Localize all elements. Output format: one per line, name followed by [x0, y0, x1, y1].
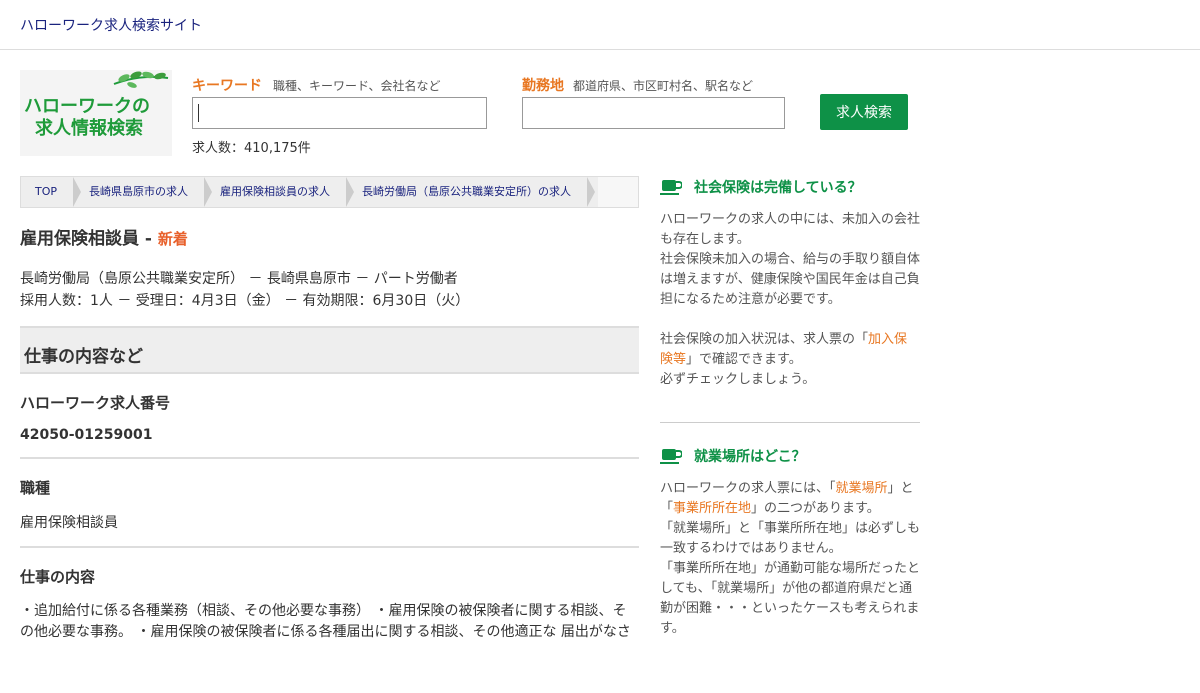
job-content-item: 仕事の内容 ・追加給付に係る各種業務（相談、その他必要な事務） ・雇用保険の被保… — [20, 548, 639, 657]
workplace-link-location[interactable]: 就業場所 — [836, 481, 888, 496]
location-hint: 都道府県、市区町村名、駅名など — [573, 79, 754, 93]
breadcrumb-item-occupation[interactable]: 雇用保険相談員の求人 — [206, 177, 355, 207]
job-title-separator: - — [139, 229, 158, 249]
top-bar: ハローワーク求人検索サイト — [0, 0, 1200, 50]
breadcrumb-item-top[interactable]: TOP — [21, 177, 82, 207]
sidebar-workplace-block: 就業場所はどこ？ ハローワークの求人票には、「就業場所」と「事業所所在地」の二つ… — [660, 445, 920, 671]
location-input[interactable] — [522, 97, 785, 129]
job-meta-line1: 長崎労働局（島原公共職業安定所） － 長崎県島原市 － パート労働者 — [20, 271, 458, 287]
workplace-t1: ハローワークの求人票には、「 — [660, 481, 836, 496]
insurance-paragraph-1: ハローワークの求人の中には、未加入の会社も存在します。 — [660, 212, 921, 247]
search-button[interactable]: 求人検索 — [820, 94, 908, 130]
job-title: 雇用保険相談員 - 新着 — [20, 224, 639, 249]
job-number-value: 42050-01259001 — [20, 427, 153, 443]
cup-icon — [660, 449, 682, 464]
breadcrumb-item-office[interactable]: 長崎労働局（島原公共職業安定所）の求人 — [348, 177, 596, 207]
sidebar-insurance-title: 社会保険は完備している？ — [660, 176, 920, 198]
insurance-paragraph-2: 社会保険未加入の場合、給与の手取り額自体は増えますが、健康保険や国民年金は自己負… — [660, 252, 921, 307]
job-meta: 長崎労働局（島原公共職業安定所） － 長崎県島原市 － パート労働者 採用人数：… — [20, 268, 639, 312]
insurance-p3-before: 社会保険の加入状況は、求人票の「 — [660, 332, 869, 347]
cup-icon — [660, 180, 682, 195]
job-count: 求人数：410,175件 — [192, 141, 311, 156]
workplace-link-address[interactable]: 事業所所在地 — [673, 501, 751, 516]
logo-text-line2: 求人情報検索 — [35, 118, 143, 139]
occupation-label: 職種 — [20, 479, 51, 497]
job-content-label: 仕事の内容 — [20, 568, 96, 586]
workplace-paragraph-1: ハローワークの求人票には、「就業場所」と「事業所所在地」の二つがあります。 — [660, 479, 920, 519]
sidebar: 社会保険は完備している？ ハローワークの求人の中には、未加入の会社も存在します。… — [660, 176, 920, 693]
insurance-p3-after: 」で確認できます。 — [686, 352, 802, 367]
site-logo[interactable]: ハローワークの 求人情報検索 — [20, 70, 172, 156]
sidebar-insurance-block: 社会保険は完備している？ ハローワークの求人の中には、未加入の会社も存在します。… — [660, 176, 920, 423]
section-heading: 仕事の内容など — [20, 326, 639, 374]
insurance-paragraph-4: 必ずチェックしましょう。 — [660, 372, 816, 387]
sidebar-workplace-text: ハローワークの求人票には、「就業場所」と「事業所所在地」の二つがあります。 「就… — [660, 479, 920, 639]
breadcrumb-end — [598, 177, 638, 207]
new-badge: 新着 — [157, 230, 188, 248]
sidebar-insurance-title-text: 社会保険は完備している？ — [694, 180, 862, 196]
job-content-text: ・追加給付に係る各種業務（相談、その他必要な事務） ・雇用保険の被保険者に関する… — [20, 603, 631, 640]
insurance-paragraph-3: 社会保険の加入状況は、求人票の「加入保険等」で確認できます。 — [660, 330, 920, 370]
keyword-hint: 職種、キーワード、会社名など — [273, 79, 441, 93]
workplace-paragraph-2: 「就業場所」と「事業所所在地」は必ずしも一致するわけではありません。 — [660, 521, 921, 556]
breadcrumb: TOP 長崎県島原市の求人 雇用保険相談員の求人 長崎労働局（島原公共職業安定所… — [20, 176, 639, 208]
job-meta-line2: 採用人数：1人 － 受理日：4月3日（金） － 有効期限：6月30日（火） — [20, 293, 470, 309]
workplace-t3: 」の二つがあります。 — [751, 501, 880, 516]
job-number-item: ハローワーク求人番号 42050-01259001 — [20, 374, 639, 459]
job-number-label: ハローワーク求人番号 — [20, 394, 171, 412]
occupation-value: 雇用保険相談員 — [20, 515, 118, 531]
main-content: TOP 長崎県島原市の求人 雇用保険相談員の求人 長崎労働局（島原公共職業安定所… — [20, 176, 639, 657]
breadcrumb-item-city[interactable]: 長崎県島原市の求人 — [75, 177, 213, 207]
keyword-input[interactable] — [192, 97, 487, 129]
site-title-link[interactable]: ハローワーク求人検索サイト — [20, 18, 202, 34]
keyword-label: キーワード — [192, 78, 262, 94]
sidebar-workplace-title-text: 就業場所はどこ？ — [694, 449, 806, 465]
search-area: ハローワークの 求人情報検索 キーワード 職種、キーワード、会社名など 勤務地 … — [0, 50, 1200, 176]
location-label: 勤務地 — [522, 78, 564, 94]
sidebar-workplace-title: 就業場所はどこ？ — [660, 445, 920, 467]
sidebar-insurance-text: ハローワークの求人の中には、未加入の会社も存在します。 社会保険未加入の場合、給… — [660, 210, 920, 390]
leaves-icon — [113, 71, 169, 88]
workplace-paragraph-3: 「事業所所在地」が通勤可能な場所だったとしても、「就業場所」が他の都道府県だと通… — [660, 561, 921, 636]
job-title-text: 雇用保険相談員 — [20, 229, 139, 249]
text-caret — [198, 104, 199, 122]
occupation-item: 職種 雇用保険相談員 — [20, 459, 639, 548]
